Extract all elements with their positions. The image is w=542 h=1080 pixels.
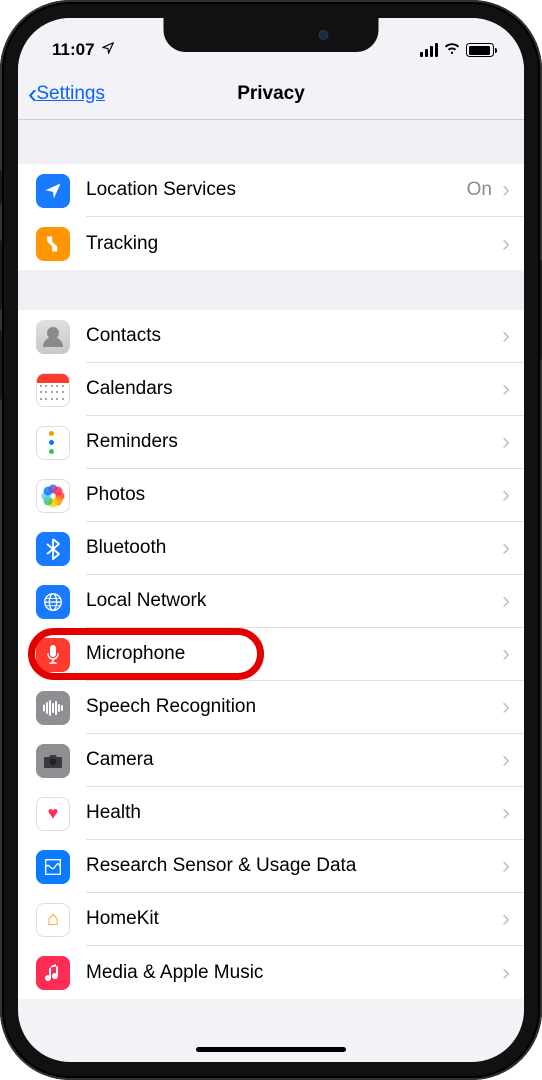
row-label: Tracking: [86, 233, 502, 255]
chevron-right-icon: ›: [502, 536, 510, 560]
chevron-right-icon: ›: [502, 695, 510, 719]
screen: 11:07 ‹ Settings Privacy Location Servic…: [18, 18, 524, 1062]
chevron-right-icon: ›: [502, 324, 510, 348]
section-gap: [18, 120, 524, 164]
chevron-right-icon: ›: [502, 430, 510, 454]
chevron-right-icon: ›: [502, 589, 510, 613]
chevron-right-icon: ›: [502, 642, 510, 666]
row-homekit[interactable]: ⌂ HomeKit›: [18, 893, 524, 946]
row-reminders[interactable]: Reminders›: [18, 416, 524, 469]
globe-icon: [36, 585, 70, 619]
row-media[interactable]: Media & Apple Music›: [18, 946, 524, 999]
back-button[interactable]: ‹ Settings: [18, 80, 105, 108]
row-label: Camera: [86, 749, 502, 771]
music-note-icon: [36, 956, 70, 990]
reminders-icon: [36, 426, 70, 460]
row-speech[interactable]: Speech Recognition›: [18, 681, 524, 734]
chevron-right-icon: ›: [502, 961, 510, 985]
row-label: Photos: [86, 484, 502, 506]
row-label: Media & Apple Music: [86, 962, 502, 984]
location-indicator-icon: [101, 40, 115, 60]
row-value: On: [467, 179, 492, 201]
notch: [164, 18, 379, 52]
row-tracking[interactable]: Tracking›: [18, 217, 524, 270]
row-label: Contacts: [86, 325, 502, 347]
row-location[interactable]: Location ServicesOn ›: [18, 164, 524, 217]
heart-icon: ♥: [36, 797, 70, 831]
volume-down-button: [0, 330, 2, 400]
row-localnet[interactable]: Local Network›: [18, 575, 524, 628]
chevron-right-icon: ›: [502, 854, 510, 878]
row-bluetooth[interactable]: Bluetooth›: [18, 522, 524, 575]
row-calendars[interactable]: Calendars›: [18, 363, 524, 416]
settings-section: Contacts›Calendars›Reminders›Photos›Blue…: [18, 310, 524, 999]
row-label: Location Services: [86, 179, 467, 201]
row-contacts[interactable]: Contacts›: [18, 310, 524, 363]
contacts-icon: [36, 320, 70, 354]
home-icon: ⌂: [36, 903, 70, 937]
calendar-icon: [36, 373, 70, 407]
chevron-right-icon: ›: [502, 907, 510, 931]
research-icon: [36, 850, 70, 884]
row-label: Research Sensor & Usage Data: [86, 855, 502, 877]
row-label: Local Network: [86, 590, 502, 612]
back-label: Settings: [36, 83, 105, 105]
row-photos[interactable]: Photos›: [18, 469, 524, 522]
chevron-right-icon: ›: [502, 232, 510, 256]
cellular-signal-icon: [420, 43, 439, 57]
battery-icon: [466, 43, 494, 57]
chevron-right-icon: ›: [502, 748, 510, 772]
location-arrow-icon: [36, 174, 70, 208]
phone-frame: 11:07 ‹ Settings Privacy Location Servic…: [0, 0, 542, 1080]
row-label: Calendars: [86, 378, 502, 400]
row-label: Health: [86, 802, 502, 824]
row-label: Speech Recognition: [86, 696, 502, 718]
mute-switch: [0, 170, 2, 205]
settings-section: Location ServicesOn›Tracking›: [18, 164, 524, 270]
settings-content[interactable]: Location ServicesOn›Tracking›Contacts›Ca…: [18, 120, 524, 999]
row-health[interactable]: ♥ Health›: [18, 787, 524, 840]
nav-bar: ‹ Settings Privacy: [18, 68, 524, 120]
status-time: 11:07: [52, 40, 95, 60]
row-microphone[interactable]: Microphone›: [18, 628, 524, 681]
row-research[interactable]: Research Sensor & Usage Data›: [18, 840, 524, 893]
camera-icon: [36, 744, 70, 778]
section-gap: [18, 270, 524, 310]
photos-icon: [36, 479, 70, 513]
waveform-icon: [36, 691, 70, 725]
chevron-right-icon: ›: [502, 483, 510, 507]
chevron-right-icon: ›: [502, 801, 510, 825]
bluetooth-icon: [36, 532, 70, 566]
row-label: HomeKit: [86, 908, 502, 930]
microphone-icon: [36, 638, 70, 672]
tracking-icon: [36, 227, 70, 261]
volume-up-button: [0, 240, 2, 310]
row-label: Microphone: [86, 643, 502, 665]
chevron-right-icon: ›: [502, 377, 510, 401]
wifi-icon: [443, 40, 461, 60]
row-camera[interactable]: Camera›: [18, 734, 524, 787]
row-label: Bluetooth: [86, 537, 502, 559]
chevron-right-icon: ›: [502, 178, 510, 202]
row-label: Reminders: [86, 431, 502, 453]
home-indicator[interactable]: [196, 1047, 346, 1052]
